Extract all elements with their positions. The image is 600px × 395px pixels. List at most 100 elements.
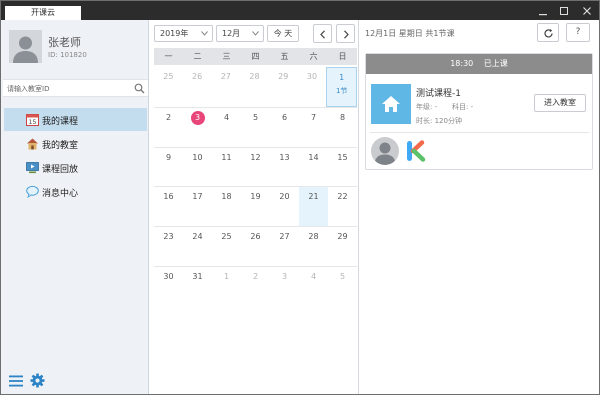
calendar-day[interactable]: 8 xyxy=(328,108,357,147)
enter-classroom-button[interactable]: 进入教室 xyxy=(534,94,586,112)
calendar-day-number: 30 xyxy=(306,72,318,81)
weekday-label: 六 xyxy=(309,52,318,61)
calendar-day[interactable]: 25 xyxy=(154,67,183,107)
prev-month-button[interactable] xyxy=(313,24,332,43)
calendar-day-number: 28 xyxy=(249,72,260,81)
next-month-button[interactable] xyxy=(336,24,355,43)
calendar-day[interactable]: 2 xyxy=(154,108,183,147)
calendar-day[interactable]: 11 xyxy=(212,148,241,187)
calendar-day[interactable]: 15 xyxy=(328,148,357,187)
calendar-day-number: 5 xyxy=(252,112,259,122)
calendar-day-number: 25 xyxy=(163,72,174,81)
calendar-day[interactable]: 20 xyxy=(270,187,299,226)
calendar-day[interactable]: 29 xyxy=(328,227,357,266)
teacher-id-label: ID: xyxy=(48,51,58,59)
calendar-day[interactable]: 5 xyxy=(328,267,357,306)
calendar-day-number: 1 xyxy=(223,271,230,281)
calendar-day[interactable]: 16 xyxy=(154,187,183,226)
today-button[interactable]: 今 天 xyxy=(267,25,299,42)
classroom-id-input[interactable] xyxy=(7,82,125,95)
calendar-day[interactable]: 5 xyxy=(241,108,270,147)
calendar-day-number: 3 xyxy=(281,271,288,281)
avatar xyxy=(9,30,42,63)
calendar-day[interactable]: 7 xyxy=(299,108,328,147)
maximize-button[interactable] xyxy=(554,1,574,20)
calendar-day[interactable]: 9 xyxy=(154,148,183,187)
calendar-day-number: 13 xyxy=(279,152,290,162)
calendar-day-selected[interactable]: 1 1节 xyxy=(326,67,358,107)
calendar-day[interactable]: 25 xyxy=(212,227,241,266)
app-title-tab[interactable]: 开课云 xyxy=(5,6,81,20)
nav-my-classroom-label: 我的教室 xyxy=(42,141,79,151)
user-silhouette-icon xyxy=(9,30,42,63)
year-select[interactable]: 2019年 xyxy=(154,25,213,42)
calendar-day[interactable]: 2 xyxy=(241,267,270,306)
calendar-day-number: 27 xyxy=(279,232,290,242)
calendar-day[interactable]: 30 xyxy=(298,67,327,107)
month-select-value: 12月 xyxy=(222,29,241,38)
calendar-day[interactable]: 4 xyxy=(212,108,241,147)
menu-icon[interactable] xyxy=(9,374,23,388)
weekday-header: 一 二 三 四 五 六 日 xyxy=(154,48,357,65)
calendar-day-today[interactable]: 3 xyxy=(183,108,212,147)
gear-icon[interactable] xyxy=(30,373,45,388)
calendar-day-number: 29 xyxy=(278,72,289,81)
house-icon xyxy=(27,138,38,150)
teacher-id: ID: 101820 xyxy=(48,51,87,59)
calendar-day[interactable]: 13 xyxy=(270,148,299,187)
calendar-day[interactable]: 26 xyxy=(241,227,270,266)
card-divider xyxy=(370,132,589,133)
calendar-day[interactable]: 27 xyxy=(270,227,299,266)
calendar-day-number: 9 xyxy=(165,152,172,162)
calendar-grid: 25 26 27 28 29 30 1 1节 2 3 4 5 6 7 8 9 10… xyxy=(154,67,358,306)
calendar-day[interactable]: 19 xyxy=(241,187,270,226)
user-silhouette-icon xyxy=(374,142,396,165)
calendar-day[interactable]: 6 xyxy=(270,108,299,147)
calendar-day[interactable]: 30 xyxy=(154,267,183,306)
calendar-day[interactable]: 28 xyxy=(299,227,328,266)
nav-course-playback[interactable]: 课程回放 xyxy=(4,156,147,179)
calendar-day[interactable]: 1 xyxy=(212,267,241,306)
calendar-day[interactable]: 3 xyxy=(270,267,299,306)
nav-my-classroom[interactable]: 我的教室 xyxy=(4,132,147,155)
search-icon[interactable] xyxy=(134,83,145,94)
classroom-search xyxy=(3,79,148,97)
course-thumbnail xyxy=(371,84,411,124)
month-select[interactable]: 12月 xyxy=(216,25,264,42)
nav-my-courses[interactable]: 15 我的课程 xyxy=(4,108,147,131)
calendar-day-number: 26 xyxy=(250,232,261,242)
calendar-day[interactable]: 28 xyxy=(240,67,269,107)
help-button[interactable]: ? xyxy=(566,23,590,42)
calendar-day[interactable]: 24 xyxy=(183,227,212,266)
calendar-day[interactable]: 12 xyxy=(241,148,270,187)
course-duration: 时长: 120分钟 xyxy=(416,117,462,125)
date-summary: 12月1日 星期日 共1节课 xyxy=(365,29,455,38)
calendar-day[interactable]: 14 xyxy=(299,148,328,187)
close-button[interactable] xyxy=(577,1,597,20)
calendar-day-number: 30 xyxy=(163,271,174,281)
calendar-day[interactable]: 29 xyxy=(269,67,298,107)
chevron-down-icon xyxy=(252,31,259,36)
year-select-value: 2019年 xyxy=(160,29,189,38)
nav-message-center[interactable]: 消息中心 xyxy=(4,180,147,203)
calendar-day[interactable]: 23 xyxy=(154,227,183,266)
calendar-day[interactable]: 17 xyxy=(183,187,212,226)
calendar-day[interactable]: 18 xyxy=(212,187,241,226)
calendar-day-highlighted[interactable]: 21 xyxy=(299,187,328,227)
calendar-day[interactable]: 26 xyxy=(183,67,212,107)
calendar-day[interactable]: 10 xyxy=(183,148,212,187)
chat-bubble-icon xyxy=(26,185,39,198)
course-count-label: 1节 xyxy=(335,87,348,95)
calendar-day-number: 2 xyxy=(252,271,259,281)
calendar-day[interactable]: 27 xyxy=(211,67,240,107)
calendar-day-number: 23 xyxy=(163,232,174,242)
calendar-day-number: 11 xyxy=(221,152,232,162)
calendar-day[interactable]: 22 xyxy=(328,187,357,226)
minimize-button[interactable] xyxy=(533,1,553,20)
calendar-day[interactable]: 31 xyxy=(183,267,212,306)
weekday-label: 一 xyxy=(164,52,173,61)
calendar-day[interactable]: 4 xyxy=(299,267,328,306)
teacher-id-value: 101820 xyxy=(60,51,87,59)
k-logo-icon xyxy=(407,140,426,162)
refresh-button[interactable] xyxy=(537,23,559,42)
